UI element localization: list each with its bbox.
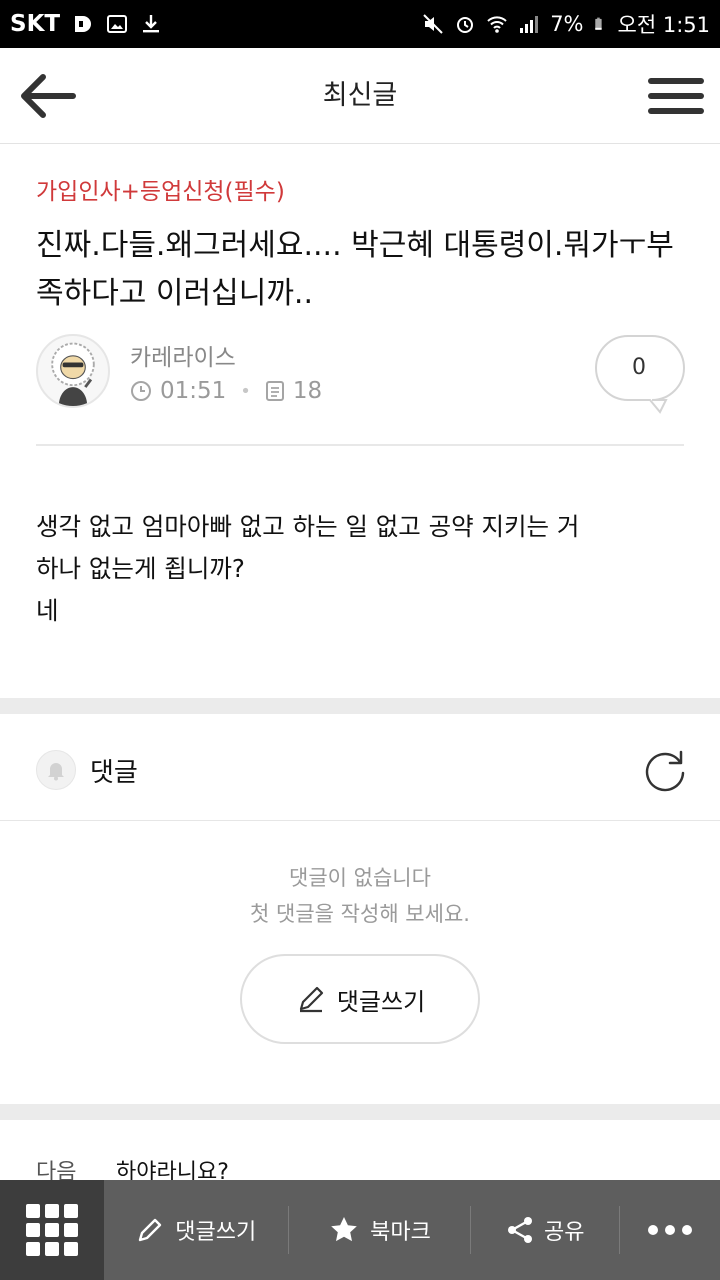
- share-label: 공유: [544, 1220, 585, 1245]
- pencil-icon: [299, 986, 323, 1013]
- empty-comments-message: 댓글이 없습니다: [289, 866, 431, 890]
- d-badge-icon: [75, 16, 92, 32]
- divider: [0, 820, 720, 821]
- share-icon: [508, 1217, 533, 1243]
- download-icon: [143, 15, 160, 33]
- gallery-icon: [107, 15, 128, 33]
- more-icon: [648, 1225, 693, 1235]
- refresh-icon[interactable]: [642, 748, 688, 794]
- post-title: 진짜.다들.왜그러세요.... 박근혜 대통령이.뭐가ㅜ부족하다고 이러십니까.…: [36, 228, 674, 311]
- write-comment-label: 댓글쓰기: [336, 987, 426, 1016]
- post-category[interactable]: 가입인사+등업신청(필수): [36, 172, 285, 206]
- signal-icon: [520, 16, 539, 33]
- section-separator: [0, 1104, 720, 1120]
- hamburger-menu-icon: [648, 78, 704, 84]
- body-line: 네: [36, 596, 59, 625]
- wifi-icon: [487, 16, 507, 33]
- bookmark-button[interactable]: 북마크: [289, 1180, 471, 1280]
- page-title: 최신글: [322, 80, 398, 111]
- share-button[interactable]: 공유: [471, 1180, 619, 1280]
- post-body: 생각 없고 엄마아빠 없고 하는 일 없고 공약 지키는 거 하나 없는게 죕니…: [36, 506, 696, 632]
- body-line: 생각 없고 엄마아빠 없고 하는 일 없고 공약 지키는 거: [36, 512, 580, 541]
- status-bar: SKT 7% 오전 1:51: [0, 0, 720, 48]
- bookmark-label: 북마크: [370, 1220, 431, 1245]
- section-separator: [0, 698, 720, 714]
- pencil-icon: [139, 1218, 162, 1242]
- battery-icon: [594, 17, 602, 30]
- clock-icon: [131, 381, 151, 401]
- avatar[interactable]: [36, 334, 110, 408]
- app-bar: 최신글: [0, 48, 720, 144]
- bottom-comment-label: 댓글쓰기: [175, 1220, 257, 1245]
- alarm-icon: [457, 17, 474, 33]
- star-icon: [331, 1217, 357, 1242]
- author-name[interactable]: 카레라이스: [130, 338, 236, 372]
- bottom-action-bar: 댓글쓰기 북마크 공유: [0, 1180, 720, 1280]
- bell-icon: [48, 763, 64, 781]
- post-meta: 01:51 • 18: [130, 378, 322, 404]
- battery-percent: 7%: [550, 12, 584, 36]
- bottom-comment-button[interactable]: 댓글쓰기: [104, 1180, 288, 1280]
- comment-count[interactable]: 0: [594, 334, 684, 402]
- carrier-label: SKT: [10, 11, 61, 37]
- body-line: 하나 없는게 죕니까?: [36, 554, 245, 583]
- clock-time: 오전 1:51: [617, 13, 710, 37]
- empty-comments-hint: 첫 댓글을 작성해 보세요.: [250, 902, 470, 926]
- write-comment-button[interactable]: 댓글쓰기: [240, 954, 480, 1044]
- mute-icon: [423, 14, 443, 34]
- document-icon: [265, 381, 284, 401]
- more-button[interactable]: [620, 1180, 720, 1280]
- comment-notification-button[interactable]: [36, 750, 76, 790]
- post-time: 01:51: [160, 378, 227, 404]
- back-button[interactable]: [14, 66, 80, 126]
- comments-heading: 댓글: [90, 758, 138, 788]
- menu-button[interactable]: [648, 68, 704, 124]
- grid-icon[interactable]: [0, 1180, 104, 1280]
- back-arrow-icon: [21, 74, 76, 118]
- divider: [36, 444, 684, 446]
- view-count: 18: [292, 378, 323, 404]
